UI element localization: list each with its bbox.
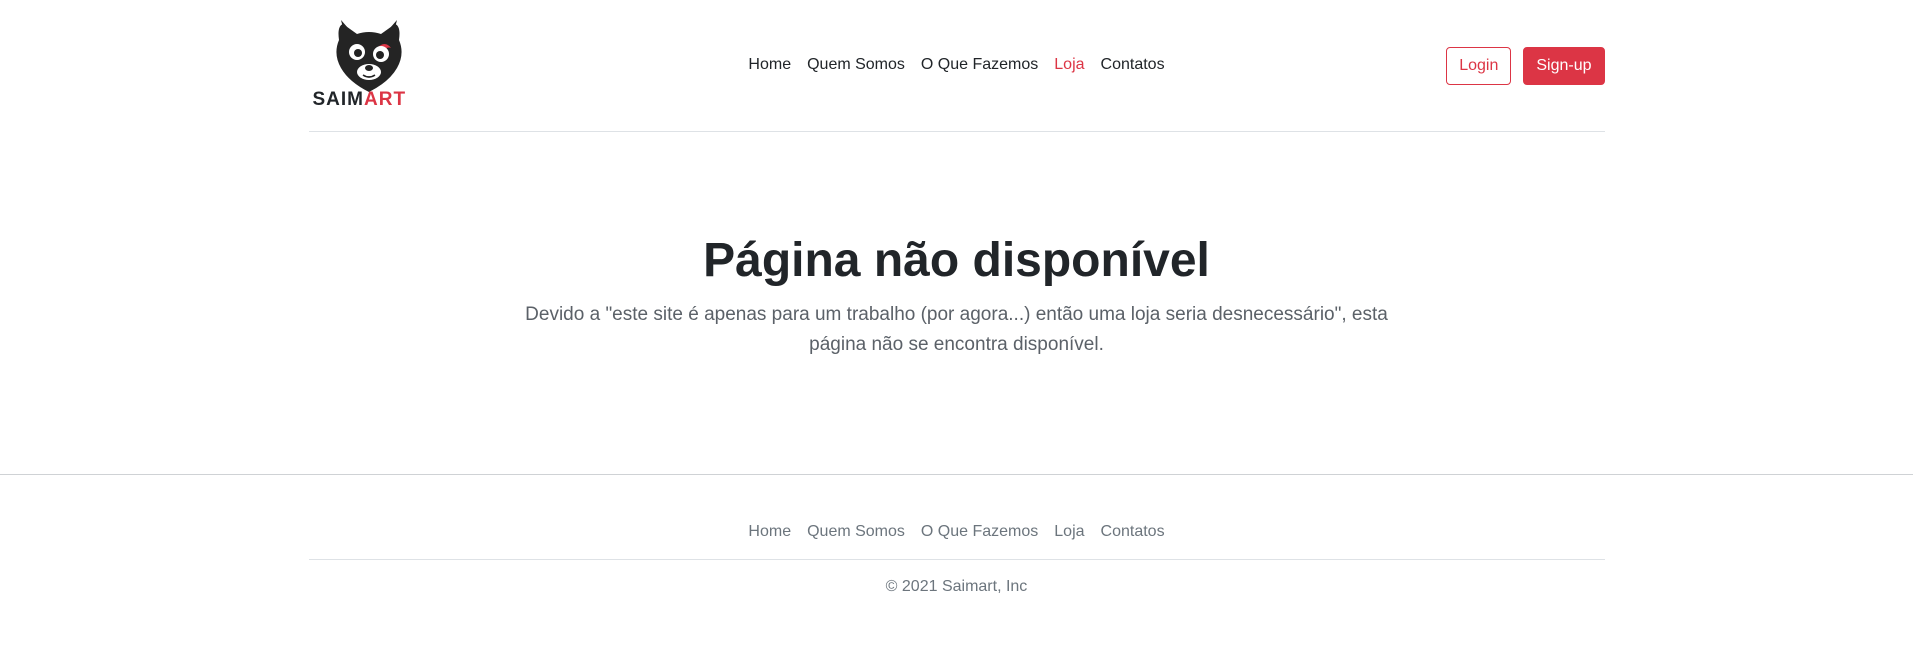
nav-item-home: Home (740, 54, 799, 76)
logo-wordmark: SAIMART (313, 90, 407, 109)
login-button[interactable]: Login (1446, 47, 1512, 85)
page-title: Página não disponível (703, 234, 1210, 287)
nav-item-o-que-fazemos: O Que Fazemos (913, 54, 1046, 76)
nav-link-loja[interactable]: Loja (1046, 54, 1092, 76)
copyright-text: © 2021 Saimart, Inc (885, 578, 1028, 595)
footer-nav-item-home: Home (740, 521, 799, 543)
footer-nav-item-o-que-fazemos: O Que Fazemos (913, 521, 1046, 543)
footer-nav-item-loja: Loja (1046, 521, 1092, 543)
footer-link-loja[interactable]: Loja (1046, 521, 1092, 543)
footer-link-quem-somos[interactable]: Quem Somos (799, 521, 913, 543)
footer-container: Home Quem Somos O Que Fazemos Loja Conta… (308, 475, 1605, 596)
footer-nav-item-contatos: Contatos (1093, 521, 1173, 543)
nav-item-quem-somos: Quem Somos (799, 54, 913, 76)
footer-link-contatos[interactable]: Contatos (1093, 521, 1173, 543)
page-container: SAIMART Home Quem Somos O Que Fazemos Lo… (308, 0, 1605, 474)
nav-link-quem-somos[interactable]: Quem Somos (799, 54, 913, 76)
nav-link-contatos[interactable]: Contatos (1093, 54, 1173, 76)
logo-word-red: ART (364, 89, 407, 110)
main-content: Página não disponível Devido a "este sit… (309, 132, 1605, 474)
footer-link-home[interactable]: Home (740, 521, 799, 543)
logo-word-dark: SAIM (312, 89, 364, 110)
signup-button[interactable]: Sign-up (1523, 47, 1605, 85)
footer-link-o-que-fazemos[interactable]: O Que Fazemos (913, 521, 1046, 543)
nav-link-home[interactable]: Home (740, 54, 799, 76)
nav-link-o-que-fazemos[interactable]: O Que Fazemos (913, 54, 1046, 76)
site-footer: Home Quem Somos O Que Fazemos Loja Conta… (0, 474, 1913, 596)
nav-item-loja: Loja (1046, 54, 1092, 76)
site-header: SAIMART Home Quem Somos O Que Fazemos Lo… (308, 0, 1605, 132)
page-description: Devido a "este site é apenas para um tra… (525, 303, 1388, 355)
footer-nav: Home Quem Somos O Que Fazemos Loja Conta… (308, 475, 1605, 560)
footer-nav-item-quem-somos: Quem Somos (799, 521, 913, 543)
auth-buttons: Login Sign-up (1446, 47, 1605, 85)
main-nav: Home Quem Somos O Que Fazemos Loja Conta… (309, 54, 1605, 76)
nav-item-contatos: Contatos (1093, 54, 1173, 76)
